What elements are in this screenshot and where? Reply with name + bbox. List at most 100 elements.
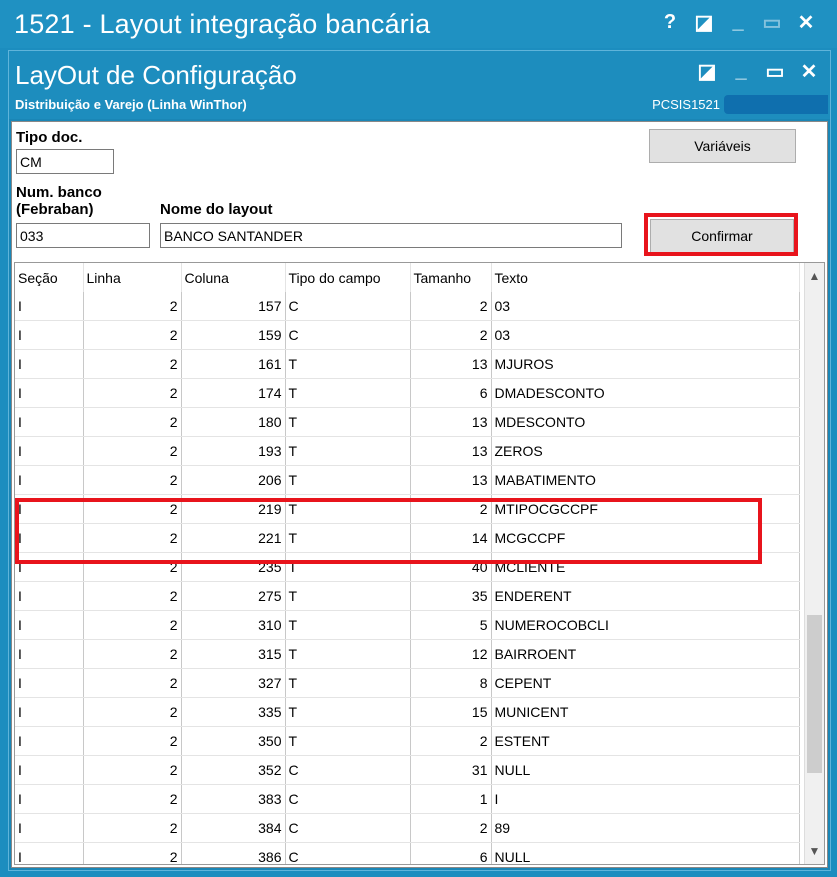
cell-tamanho[interactable]: 2 (410, 813, 492, 843)
cell-coluna[interactable]: 161 (181, 349, 286, 379)
cell-tipo[interactable]: T (285, 494, 411, 524)
restore-icon[interactable]: ◪ (690, 57, 724, 85)
table-row[interactable]: I 2 219 T 2 MTIPOCGCCPF (15, 494, 800, 524)
cell-secao[interactable]: I (15, 726, 84, 756)
cell-tamanho[interactable]: 13 (410, 407, 492, 437)
maximize-icon[interactable]: ▭ (755, 8, 789, 36)
cell-texto[interactable]: NULL (491, 842, 800, 864)
table-row[interactable]: I 2 275 T 35 ENDERENT (15, 581, 800, 611)
cell-tipo[interactable]: C (285, 784, 411, 814)
close-icon[interactable]: ✕ (789, 8, 823, 36)
cell-tipo[interactable]: T (285, 349, 411, 379)
cell-linha[interactable]: 2 (83, 552, 182, 582)
table-row[interactable]: I 2 221 T 14 MCGCCPF (15, 523, 800, 553)
cell-texto[interactable]: DMADESCONTO (491, 378, 800, 408)
cell-tamanho[interactable]: 35 (410, 581, 492, 611)
cell-linha[interactable]: 2 (83, 784, 182, 814)
cell-tamanho[interactable]: 6 (410, 378, 492, 408)
cell-tipo[interactable]: T (285, 697, 411, 727)
cell-secao[interactable]: I (15, 639, 84, 669)
vertical-scrollbar[interactable]: ▲ ▼ (804, 263, 824, 864)
cell-tamanho[interactable]: 2 (410, 320, 492, 350)
table-row[interactable]: I 2 315 T 12 BAIRROENT (15, 639, 800, 669)
scroll-thumb[interactable] (807, 615, 822, 773)
cell-secao[interactable]: I (15, 378, 84, 408)
scroll-up-icon[interactable]: ▲ (805, 269, 824, 283)
table-row[interactable]: I 2 193 T 13 ZEROS (15, 436, 800, 466)
table-row[interactable]: I 2 327 T 8 CEPENT (15, 668, 800, 698)
cell-secao[interactable]: I (15, 842, 84, 864)
cell-linha[interactable]: 2 (83, 320, 182, 350)
cell-coluna[interactable]: 206 (181, 465, 286, 495)
cell-secao[interactable]: I (15, 407, 84, 437)
cell-secao[interactable]: I (15, 292, 84, 321)
cell-coluna[interactable]: 350 (181, 726, 286, 756)
cell-coluna[interactable]: 386 (181, 842, 286, 864)
cell-tipo[interactable]: T (285, 552, 411, 582)
table-row[interactable]: I 2 383 C 1 I (15, 784, 800, 814)
scroll-down-icon[interactable]: ▼ (805, 844, 824, 858)
table-row[interactable]: I 2 157 C 2 03 (15, 292, 800, 321)
cell-texto[interactable]: BAIRROENT (491, 639, 800, 669)
cell-linha[interactable]: 2 (83, 465, 182, 495)
cell-texto[interactable]: 89 (491, 813, 800, 843)
nome-layout-field[interactable]: BANCO SANTANDER (160, 223, 622, 248)
cell-secao[interactable]: I (15, 784, 84, 814)
cell-tamanho[interactable]: 6 (410, 842, 492, 864)
maximize-icon[interactable]: ▭ (758, 57, 792, 85)
cell-texto[interactable]: 03 (491, 292, 800, 321)
cell-secao[interactable]: I (15, 349, 84, 379)
cell-linha[interactable]: 2 (83, 842, 182, 864)
cell-texto[interactable]: 03 (491, 320, 800, 350)
table-row[interactable]: I 2 386 C 6 NULL (15, 842, 800, 864)
cell-coluna[interactable]: 335 (181, 697, 286, 727)
cell-texto[interactable]: ZEROS (491, 436, 800, 466)
cell-tamanho[interactable]: 40 (410, 552, 492, 582)
cell-coluna[interactable]: 219 (181, 494, 286, 524)
cell-texto[interactable]: MJUROS (491, 349, 800, 379)
table-row[interactable]: I 2 335 T 15 MUNICENT (15, 697, 800, 727)
cell-coluna[interactable]: 159 (181, 320, 286, 350)
minimize-icon[interactable]: _ (724, 57, 758, 85)
close-icon[interactable]: ✕ (792, 57, 826, 85)
cell-tipo[interactable]: T (285, 639, 411, 669)
cell-coluna[interactable]: 275 (181, 581, 286, 611)
cell-coluna[interactable]: 310 (181, 610, 286, 640)
cell-tipo[interactable]: T (285, 436, 411, 466)
cell-linha[interactable]: 2 (83, 668, 182, 698)
cell-tipo[interactable]: T (285, 610, 411, 640)
restore-icon[interactable]: ◪ (687, 8, 721, 36)
cell-secao[interactable]: I (15, 436, 84, 466)
cell-linha[interactable]: 2 (83, 610, 182, 640)
cell-linha[interactable]: 2 (83, 349, 182, 379)
table-row[interactable]: I 2 159 C 2 03 (15, 320, 800, 350)
col-header-texto[interactable]: Texto (491, 263, 800, 292)
table-row[interactable]: I 2 350 T 2 ESTENT (15, 726, 800, 756)
cell-texto[interactable]: NUMEROCOBCLI (491, 610, 800, 640)
cell-linha[interactable]: 2 (83, 407, 182, 437)
cell-coluna[interactable]: 174 (181, 378, 286, 408)
cell-secao[interactable]: I (15, 523, 84, 553)
col-header-coluna[interactable]: Coluna (181, 263, 286, 292)
cell-linha[interactable]: 2 (83, 378, 182, 408)
cell-coluna[interactable]: 180 (181, 407, 286, 437)
cell-texto[interactable]: MABATIMENTO (491, 465, 800, 495)
col-header-tipo-campo[interactable]: Tipo do campo (285, 263, 411, 292)
help-icon[interactable]: ? (653, 8, 687, 36)
cell-tamanho[interactable]: 13 (410, 436, 492, 466)
cell-tamanho[interactable]: 15 (410, 697, 492, 727)
cell-tamanho[interactable]: 14 (410, 523, 492, 553)
cell-linha[interactable]: 2 (83, 697, 182, 727)
cell-tamanho[interactable]: 2 (410, 494, 492, 524)
cell-secao[interactable]: I (15, 697, 84, 727)
cell-coluna[interactable]: 315 (181, 639, 286, 669)
col-header-linha[interactable]: Linha (83, 263, 182, 292)
cell-tipo[interactable]: C (285, 755, 411, 785)
cell-secao[interactable]: I (15, 755, 84, 785)
cell-secao[interactable]: I (15, 494, 84, 524)
cell-tamanho[interactable]: 31 (410, 755, 492, 785)
cell-coluna[interactable]: 352 (181, 755, 286, 785)
cell-tipo[interactable]: C (285, 842, 411, 864)
cell-tamanho[interactable]: 12 (410, 639, 492, 669)
cell-linha[interactable]: 2 (83, 494, 182, 524)
